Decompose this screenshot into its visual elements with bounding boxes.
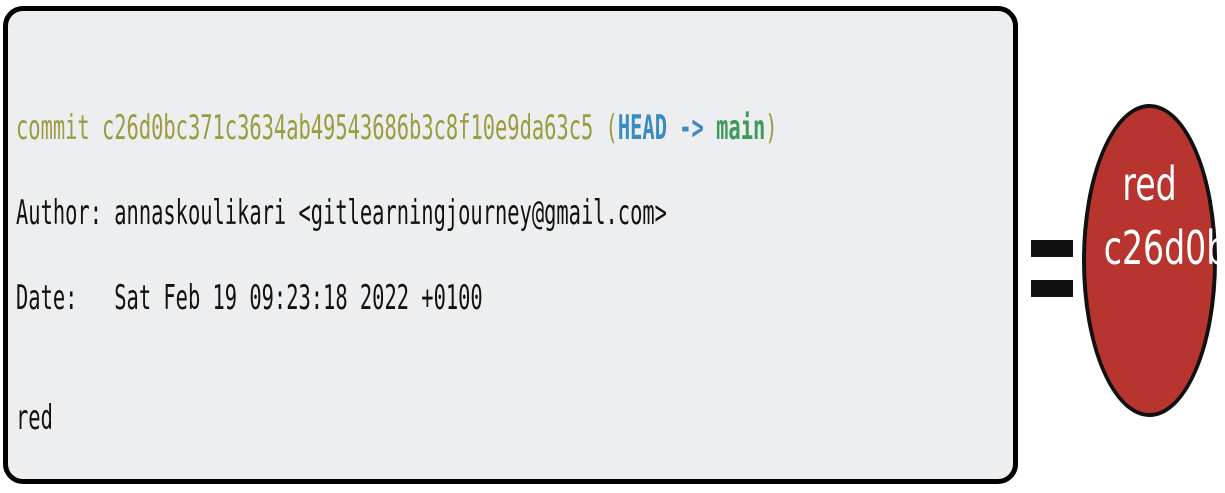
equals-bar-bottom [1031,280,1073,297]
commit-keyword: commit [16,108,90,148]
commit-node-hash: c26d0bc [1103,221,1225,275]
ref-close-paren: ) [765,108,778,148]
commit-node-name: red [1122,157,1177,211]
date-line: Date: Sat Feb 19 09:23:18 2022 +0100 [16,278,483,318]
author-line: Author: annaskoulikari <gitlearningjourn… [16,193,667,233]
commit-hash: c26d0bc371c3634ab49543686b3c8f10e9da63c5 [101,108,594,148]
commit-line: commit c26d0bc371c3634ab49543686b3c8f10e… [16,106,778,150]
commit-message: red [16,398,53,438]
head-ref-label: HEAD [617,108,667,148]
equals-bar-top [1031,240,1073,257]
commit-node: red c26d0bc [1082,104,1225,417]
branch-ref-label: main [716,108,766,148]
git-log-output-panel: commit c26d0bc371c3634ab49543686b3c8f10e… [3,6,1018,484]
equals-sign [1031,240,1073,300]
ref-open-paren: ( [605,108,618,148]
head-arrow: -> [679,108,704,148]
